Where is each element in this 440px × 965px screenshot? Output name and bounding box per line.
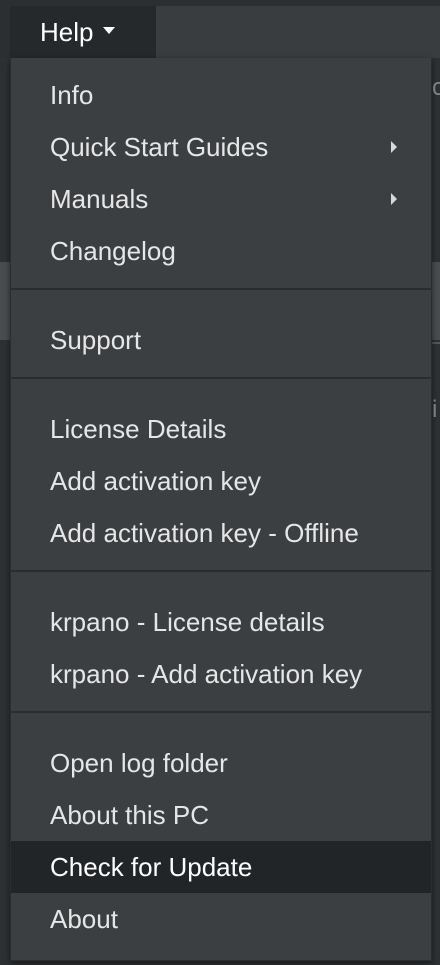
- menu-item-label: About: [50, 903, 118, 934]
- menu-item-label: Quick Start Guides: [50, 131, 269, 162]
- menu-item-label: krpano - License details: [50, 606, 325, 637]
- chevron-right-icon: [391, 193, 397, 205]
- menu-item-krpano-license-details[interactable]: krpano - License details: [11, 596, 431, 648]
- menu-item-support[interactable]: Support: [11, 314, 431, 366]
- background-glyph: o: [432, 74, 440, 101]
- menu-item-krpano-add-activation-key[interactable]: krpano - Add activation key: [11, 648, 431, 700]
- background-panel-edge: [0, 262, 10, 340]
- menu-item-add-activation-key[interactable]: Add activation key: [11, 455, 431, 507]
- menu-bar-area: [156, 6, 440, 58]
- chevron-right-icon: [391, 141, 397, 153]
- menu-item-about[interactable]: About: [11, 893, 431, 945]
- background-glyph: i: [432, 396, 438, 423]
- help-dropdown-menu: Info Quick Start Guides Manuals Changelog Su…: [10, 58, 432, 961]
- menu-item-open-log-folder[interactable]: Open log folder: [11, 737, 431, 789]
- menu-item-check-for-update[interactable]: Check for Update: [11, 841, 431, 893]
- menu-item-quick-start-guides[interactable]: Quick Start Guides: [11, 121, 431, 173]
- menu-item-label: Support: [50, 324, 142, 355]
- help-menu-label: Help: [40, 17, 94, 47]
- menu-item-label: Open log folder: [50, 747, 228, 778]
- menu-bar: Help: [0, 0, 440, 58]
- menu-item-label: Add activation key: [50, 465, 262, 496]
- menu-item-label: krpano - Add activation key: [50, 658, 363, 689]
- help-menu-button[interactable]: Help: [10, 6, 156, 58]
- menu-item-license-details[interactable]: License Details: [11, 403, 431, 455]
- menu-divider: [11, 711, 431, 713]
- menu-item-changelog[interactable]: Changelog: [11, 225, 431, 277]
- menu-divider: [11, 570, 431, 572]
- background-panel-edge: [432, 342, 440, 344]
- menu-divider: [11, 288, 431, 290]
- menu-item-label: Manuals: [50, 183, 149, 214]
- menu-item-manuals[interactable]: Manuals: [11, 173, 431, 225]
- menu-item-add-activation-key-offline[interactable]: Add activation key - Offline: [11, 507, 431, 559]
- menu-item-label: About this PC: [50, 799, 209, 830]
- menu-divider: [11, 377, 431, 379]
- menu-item-label: Add activation key - Offline: [50, 517, 359, 548]
- chevron-down-icon: [103, 26, 116, 34]
- menu-item-info[interactable]: Info: [11, 69, 431, 121]
- menu-item-label: Check for Update: [50, 851, 253, 882]
- background-panel-edge: [432, 262, 440, 340]
- menu-item-about-this-pc[interactable]: About this PC: [11, 789, 431, 841]
- menu-item-label: Info: [50, 79, 94, 110]
- menu-item-label: Changelog: [50, 235, 176, 266]
- menu-item-label: License Details: [50, 413, 227, 444]
